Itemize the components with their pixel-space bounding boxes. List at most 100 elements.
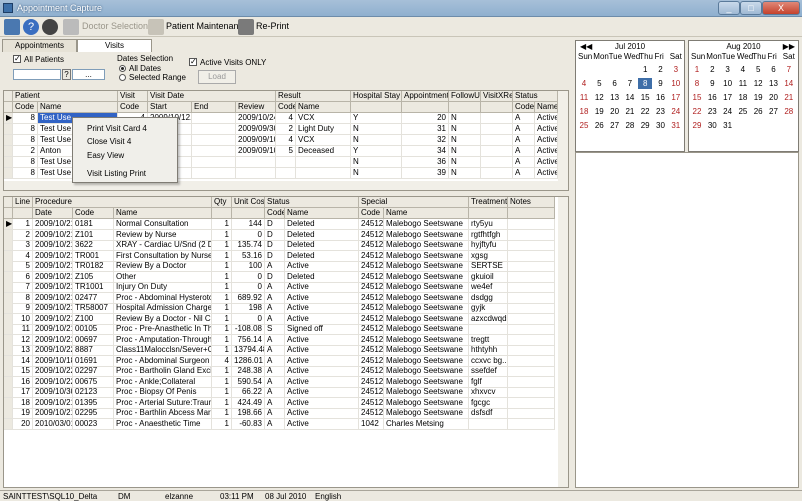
procedure-cell[interactable] — [469, 418, 508, 430]
procedure-cell[interactable]: Deleted — [285, 219, 359, 230]
calendar-day[interactable]: 30 — [705, 120, 719, 131]
procedure-cell[interactable]: gkuioil — [469, 271, 508, 283]
procedure-cell[interactable]: 01395 — [73, 397, 114, 409]
procedure-cell[interactable]: S — [265, 324, 285, 335]
procedure-cell[interactable]: 2009/10/21 — [33, 292, 73, 304]
visit-cell[interactable]: 5 — [276, 146, 296, 157]
procedure-cell[interactable]: 00023 — [73, 418, 114, 430]
procedure-cell[interactable]: 1 — [212, 219, 232, 230]
calendar-day[interactable]: 18 — [736, 92, 750, 103]
procedure-cell[interactable]: XRAY - Cardiac U/Snd (2 Dim — [114, 240, 212, 251]
procedure-cell[interactable]: A — [265, 376, 285, 388]
procedure-cell[interactable]: 2009/10/21 — [33, 240, 73, 251]
procedure-cell[interactable]: Malebogo Seetswane — [384, 345, 469, 356]
visit-cell[interactable]: N — [449, 113, 481, 124]
visit-cell[interactable] — [236, 157, 276, 168]
notes-cell[interactable] — [508, 334, 555, 346]
procedure-cell[interactable]: Proc - Ankle;Collateral — [114, 376, 212, 388]
procedure-cell[interactable]: Malebogo Seetswane — [384, 219, 469, 230]
procedure-cell[interactable]: 24512 — [359, 303, 384, 314]
calendar-day[interactable]: 28 — [782, 106, 796, 117]
calendar-day[interactable]: 21 — [782, 92, 796, 103]
procedure-cell[interactable]: Signed off — [285, 324, 359, 335]
new-visit-icon[interactable] — [4, 19, 20, 35]
procedure-cell[interactable]: Active — [285, 408, 359, 419]
row-selector[interactable] — [4, 229, 13, 241]
procedure-cell[interactable]: A — [265, 334, 285, 346]
notes-cell[interactable] — [508, 271, 555, 283]
procedure-cell[interactable]: 00675 — [73, 376, 114, 388]
visit-cell[interactable] — [276, 168, 296, 179]
procedure-cell[interactable]: 1 — [212, 345, 232, 356]
row-selector[interactable] — [4, 345, 13, 356]
procedure-cell[interactable]: fgcgc — [469, 397, 508, 409]
calendar-day[interactable]: 27 — [767, 106, 781, 117]
visit-cell[interactable]: Active — [535, 157, 558, 168]
calendar-day[interactable]: 26 — [592, 120, 606, 131]
calendar-day[interactable]: 23 — [705, 106, 719, 117]
visit-cell[interactable] — [276, 157, 296, 168]
procedure-cell[interactable]: 24512 — [359, 355, 384, 367]
calendar-day[interactable]: 31 — [669, 120, 683, 131]
procedure-cell[interactable]: Proc - Barthlin Abcess Marsu... — [114, 408, 212, 419]
procedure-cell[interactable]: 0 — [232, 271, 265, 283]
visit-cell[interactable] — [481, 113, 513, 124]
procedure-cell[interactable]: 24512 — [359, 366, 384, 377]
procedure-cell[interactable]: A — [265, 387, 285, 398]
procedure-cell[interactable]: D — [265, 219, 285, 230]
procedure-cell[interactable]: hyjftyfu — [469, 240, 508, 251]
procedure-cell[interactable]: 689.92 — [232, 292, 265, 304]
calendar-day[interactable]: 6 — [767, 64, 781, 75]
notes-cell[interactable] — [508, 324, 555, 335]
visit-cell[interactable] — [481, 135, 513, 146]
row-selector[interactable] — [4, 292, 13, 304]
procedure-cell[interactable]: 1 — [212, 229, 232, 241]
visit-cell[interactable]: Active — [535, 135, 558, 146]
procedure-cell[interactable]: First Consultation by Nurse — [114, 250, 212, 262]
row-selector[interactable] — [4, 397, 13, 409]
procedure-cell[interactable]: dsdgg — [469, 292, 508, 304]
help-icon[interactable]: ? — [23, 19, 39, 35]
procedure-cell[interactable]: Active — [285, 303, 359, 314]
procedure-cell[interactable]: 1 — [212, 292, 232, 304]
calendar-day[interactable]: 8 — [690, 78, 704, 89]
procedure-cell[interactable]: 15 — [13, 366, 33, 377]
row-selector[interactable] — [4, 124, 13, 135]
calendar-day[interactable]: 3 — [669, 64, 683, 75]
calendar-day[interactable]: 15 — [638, 92, 652, 103]
procedure-cell[interactable]: Proc - Biopsy Of Penis — [114, 387, 212, 398]
procedure-cell[interactable]: Malebogo Seetswane — [384, 334, 469, 346]
notes-cell[interactable] — [508, 282, 555, 293]
procedure-cell[interactable]: Proc - Abdominal Hysterotomy — [114, 292, 212, 304]
calendar-day[interactable]: 19 — [592, 106, 606, 117]
procedure-cell[interactable]: 24512 — [359, 250, 384, 262]
calendar-day[interactable]: 5 — [592, 78, 606, 89]
visit-cell[interactable] — [481, 168, 513, 179]
procedure-cell[interactable]: 24512 — [359, 345, 384, 356]
procedure-cell[interactable]: Proc - Anaesthetic Time — [114, 418, 212, 430]
visit-cell[interactable]: 2 — [13, 146, 38, 157]
procedure-cell[interactable]: D — [265, 250, 285, 262]
visit-cell[interactable]: 34 — [402, 146, 449, 157]
procedure-cell[interactable]: 2009/10/21 — [33, 397, 73, 409]
all-patients-checkbox[interactable]: ✓ — [13, 55, 21, 63]
procedure-cell[interactable]: 1 — [212, 240, 232, 251]
calendar-day[interactable]: 10 — [669, 78, 683, 89]
procedure-cell[interactable]: 20 — [13, 418, 33, 430]
procedure-cell[interactable]: TR0182 — [73, 261, 114, 272]
procedure-cell[interactable]: gyjk — [469, 303, 508, 314]
calendar-day[interactable]: 2 — [654, 64, 668, 75]
prev-month-icon[interactable]: ◀◀ — [580, 42, 592, 51]
visit-cell[interactable]: 8 — [13, 124, 38, 135]
procedure-cell[interactable]: 3622 — [73, 240, 114, 251]
procedure-cell[interactable]: xgsg — [469, 250, 508, 262]
row-selector[interactable] — [4, 376, 13, 388]
procedure-cell[interactable]: 4 — [13, 250, 33, 262]
procedure-cell[interactable]: 1 — [212, 397, 232, 409]
calendar-day[interactable]: 7 — [623, 78, 637, 89]
visit-cell[interactable]: N — [351, 135, 402, 146]
procedure-cell[interactable]: 24512 — [359, 324, 384, 335]
calendar-day[interactable]: 13 — [608, 92, 622, 103]
notes-cell[interactable] — [508, 240, 555, 251]
procedure-cell[interactable]: 8 — [13, 292, 33, 304]
